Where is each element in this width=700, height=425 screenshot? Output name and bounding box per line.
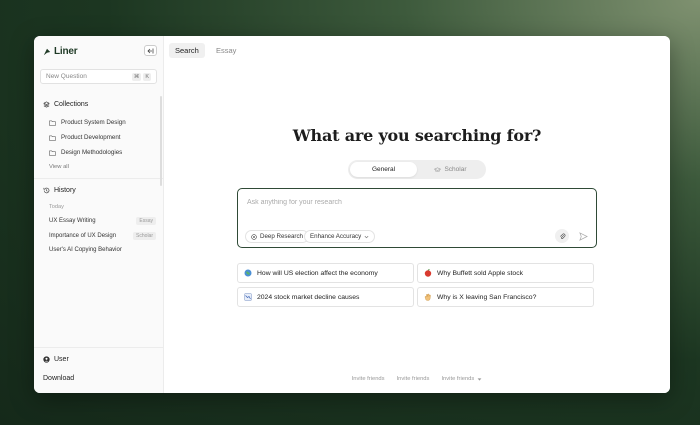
main-content: Search Essay What are you searching for?… (164, 36, 670, 393)
history-item-badge: Essay (136, 217, 156, 225)
suggestion-card[interactable]: Why is X leaving San Francisco? (417, 287, 594, 307)
collection-label: Design Methodologies (61, 149, 123, 156)
send-icon (578, 231, 588, 241)
user-icon (43, 356, 50, 363)
send-button[interactable] (576, 229, 590, 243)
tab-essay[interactable]: Essay (210, 43, 242, 58)
new-question-label: New Question (46, 73, 87, 80)
mode-general[interactable]: General (350, 162, 417, 177)
paperclip-icon (559, 233, 565, 239)
caret-down-icon (477, 377, 482, 381)
sidebar: Liner New Question ⌘ K Collections Produ… (34, 36, 164, 393)
deep-research-toggle[interactable]: Deep Research (245, 230, 309, 243)
layers-icon (43, 101, 50, 108)
hand-icon (424, 293, 432, 301)
history-item[interactable]: Importance of UX Design Scholar (49, 232, 156, 240)
page-title: What are you searching for? (292, 126, 542, 145)
history-item-label: User's AI Copying Behavior (49, 247, 122, 253)
search-input[interactable] (247, 199, 547, 206)
collection-item[interactable]: Product System Design (49, 119, 126, 126)
mode-scholar[interactable]: Scholar (417, 162, 484, 177)
search-box: Deep Research Enhance Accuracy (237, 188, 597, 248)
sidebar-divider (34, 347, 164, 348)
download-label: Download (43, 375, 75, 382)
suggestion-card[interactable]: 2024 stock market decline causes (237, 287, 414, 307)
history-group-label: Today (49, 204, 64, 210)
globe-icon (244, 269, 252, 277)
collections-header[interactable]: Collections (43, 101, 88, 108)
collapse-icon (147, 48, 154, 53)
logo-text: Liner (54, 46, 78, 57)
collapse-sidebar-button[interactable] (144, 45, 157, 56)
shortcut-key-cmd: ⌘ (131, 72, 142, 81)
footer-links: Invite friends Invite friends Invite fri… (164, 376, 670, 382)
deep-research-icon (251, 233, 257, 240)
history-title: History (54, 187, 76, 194)
suggestion-label: Why is X leaving San Francisco? (437, 293, 537, 301)
chart-icon (244, 293, 252, 301)
history-item[interactable]: UX Essay Writing Essay (49, 217, 156, 225)
mode-general-label: General (371, 166, 396, 173)
shortcut-key-k: K (143, 72, 151, 81)
invite-friends-label: Invite friends (441, 376, 475, 382)
liner-logo-icon (43, 48, 51, 55)
collections-title: Collections (54, 101, 89, 108)
logo[interactable]: Liner (43, 46, 78, 57)
suggestion-card[interactable]: How will US election affect the economy (237, 263, 414, 283)
history-icon (43, 187, 50, 194)
history-header[interactable]: History (43, 187, 76, 194)
app-window: Liner New Question ⌘ K Collections Produ… (34, 36, 670, 393)
mode-scholar-label: Scholar (444, 166, 467, 173)
history-item[interactable]: User's AI Copying Behavior (49, 247, 156, 253)
suggestion-card[interactable]: Why Buffett sold Apple stock (417, 263, 594, 283)
folder-icon (49, 120, 56, 126)
chevron-down-icon (364, 235, 369, 238)
apple-icon (424, 269, 432, 277)
user-menu[interactable]: User (43, 356, 69, 363)
collection-label: Product Development (61, 134, 121, 141)
enhance-accuracy-label: Enhance Accuracy (310, 233, 362, 240)
suggestion-label: 2024 stock market decline causes (257, 293, 360, 301)
collection-item[interactable]: Design Methodologies (49, 149, 122, 156)
invite-friends-link[interactable]: Invite friends (352, 376, 385, 382)
attach-button[interactable] (555, 229, 569, 243)
sidebar-scrollbar[interactable] (160, 96, 162, 186)
suggestion-label: How will US election affect the economy (257, 269, 378, 277)
history-item-label: Importance of UX Design (49, 233, 117, 239)
history-item-label: UX Essay Writing (49, 218, 96, 224)
collection-label: Product System Design (61, 119, 126, 126)
deep-research-label: Deep Research (260, 233, 303, 240)
sidebar-divider (34, 178, 164, 179)
mode-toggle: General Scholar (348, 160, 486, 179)
new-question-button[interactable]: New Question ⌘ K (40, 69, 157, 84)
folder-icon (49, 150, 56, 156)
collection-item[interactable]: Product Development (49, 134, 121, 141)
folder-icon (49, 135, 56, 141)
invite-friends-link[interactable]: Invite friends (397, 376, 430, 382)
invite-friends-dropdown[interactable]: Invite friends (441, 376, 482, 382)
shortcut-keys: ⌘ K (131, 72, 151, 81)
user-label: User (54, 356, 69, 363)
history-item-badge: Scholar (133, 232, 156, 240)
tab-search[interactable]: Search (169, 43, 205, 58)
view-all-link[interactable]: View all (49, 164, 69, 170)
graduation-cap-icon (434, 167, 442, 172)
download-link[interactable]: Download (43, 375, 74, 382)
enhance-accuracy-dropdown[interactable]: Enhance Accuracy (304, 230, 376, 243)
suggestion-label: Why Buffett sold Apple stock (437, 269, 524, 277)
